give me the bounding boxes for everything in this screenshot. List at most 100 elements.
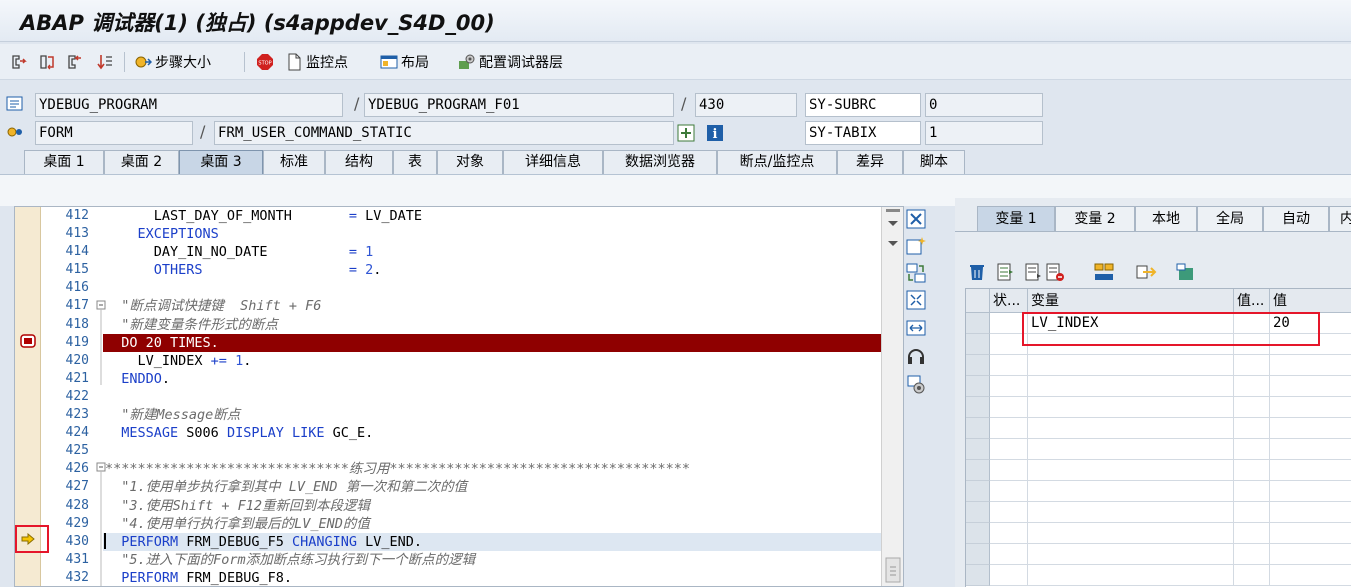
delete-row-icon[interactable] <box>1045 262 1065 282</box>
table-row[interactable] <box>966 544 1351 565</box>
tab-standard[interactable]: 标准 <box>263 150 325 174</box>
row-selector[interactable] <box>966 313 990 334</box>
tab-script[interactable]: 脚本 <box>903 150 965 174</box>
replace-tool-icon[interactable] <box>905 262 927 284</box>
single-step-button[interactable] <box>10 50 28 74</box>
watchpoint-button[interactable]: 监控点 <box>285 50 348 74</box>
tab-locals[interactable]: 本地 <box>1135 206 1197 231</box>
swap-tool-icon[interactable] <box>905 317 927 339</box>
settings-tool-icon[interactable] <box>905 373 927 395</box>
value-cell[interactable] <box>1270 481 1351 502</box>
config-layer-button[interactable]: 配置调试器层 <box>458 50 563 74</box>
row-selector[interactable] <box>966 418 990 439</box>
row-selector[interactable] <box>966 397 990 418</box>
transfer-icon[interactable] <box>1135 262 1157 282</box>
value-cell[interactable] <box>1270 418 1351 439</box>
step-size-button[interactable]: 步骤大小 <box>134 50 211 74</box>
return-button[interactable] <box>66 50 84 74</box>
close-tool-icon[interactable] <box>905 208 927 230</box>
new-tool-icon[interactable] <box>905 235 927 257</box>
variable-cell[interactable] <box>1028 481 1234 502</box>
sy-tabix-value[interactable]: 1 <box>925 121 1043 145</box>
tab-globals[interactable]: 全局 <box>1197 206 1263 231</box>
add-event-icon[interactable] <box>677 124 695 142</box>
variable-cell[interactable] <box>1028 460 1234 481</box>
services-tool-icon[interactable] <box>905 345 927 367</box>
table-row[interactable] <box>966 397 1351 418</box>
tab-breakpoints[interactable]: 断点/监控点 <box>717 150 837 174</box>
tree-expand-icon[interactable] <box>1093 262 1115 282</box>
value-cell[interactable] <box>1270 502 1351 523</box>
row-selector[interactable] <box>966 502 990 523</box>
table-row[interactable] <box>966 460 1351 481</box>
tool-switch-icon[interactable] <box>1175 262 1197 282</box>
event-type-field[interactable]: FORM <box>35 121 193 145</box>
tab-diff[interactable]: 差异 <box>837 150 903 174</box>
table-row[interactable] <box>966 481 1351 502</box>
variable-cell[interactable] <box>1028 523 1234 544</box>
variable-cell[interactable] <box>1028 355 1234 376</box>
table-row[interactable] <box>966 355 1351 376</box>
table-row[interactable] <box>966 439 1351 460</box>
tab-more[interactable]: 内 <box>1329 206 1351 231</box>
tab-structure[interactable]: 结构 <box>325 150 393 174</box>
tab-desktop-3[interactable]: 桌面 3 <box>179 150 263 174</box>
tab-auto[interactable]: 自动 <box>1263 206 1329 231</box>
source-code-editor[interactable]: 412 413 414 415 416 417 418 419 420 421 … <box>14 206 904 587</box>
stop-button[interactable]: STOP <box>256 50 274 74</box>
value-cell[interactable] <box>1270 355 1351 376</box>
program-field[interactable]: YDEBUG_PROGRAM <box>35 93 343 117</box>
delete-icon[interactable] <box>967 262 987 282</box>
append-row-icon[interactable] <box>1023 262 1043 282</box>
table-row[interactable] <box>966 565 1351 586</box>
variable-cell[interactable] <box>1028 502 1234 523</box>
row-selector[interactable] <box>966 523 990 544</box>
tab-desktop-2[interactable]: 桌面 2 <box>104 150 179 174</box>
row-selector[interactable] <box>966 460 990 481</box>
table-row[interactable] <box>966 523 1351 544</box>
event-name-field[interactable]: FRM_USER_COMMAND_STATIC <box>214 121 674 145</box>
layout-button[interactable]: 布局 <box>380 50 429 74</box>
variable-cell[interactable] <box>1028 544 1234 565</box>
maximize-tool-icon[interactable] <box>905 289 927 311</box>
value-cell[interactable] <box>1270 523 1351 544</box>
table-row[interactable] <box>966 376 1351 397</box>
value-cell[interactable] <box>1270 565 1351 586</box>
value-column-header[interactable]: 值 <box>1270 289 1351 313</box>
tab-data-browser[interactable]: 数据浏览器 <box>603 150 717 174</box>
tab-desktop-1[interactable]: 桌面 1 <box>24 150 104 174</box>
continue-button[interactable] <box>96 50 114 74</box>
tab-variables-1[interactable]: 变量 1 <box>977 206 1055 231</box>
insert-row-icon[interactable] <box>995 262 1015 282</box>
line-field[interactable]: 430 <box>695 93 797 117</box>
breakpoint-icon[interactable] <box>20 334 36 348</box>
variable-column-header[interactable]: 变量 <box>1028 289 1234 313</box>
row-selector[interactable] <box>966 439 990 460</box>
variable-cell[interactable] <box>1028 565 1234 586</box>
value-cell[interactable] <box>1270 439 1351 460</box>
row-selector[interactable] <box>966 544 990 565</box>
row-selector[interactable] <box>966 334 990 355</box>
status-column-header[interactable]: 状... <box>990 289 1028 313</box>
tab-object[interactable]: 对象 <box>437 150 503 174</box>
table-row[interactable] <box>966 502 1351 523</box>
row-selector[interactable] <box>966 481 990 502</box>
sy-subrc-value[interactable]: 0 <box>925 93 1043 117</box>
variable-cell[interactable] <box>1028 418 1234 439</box>
variable-cell[interactable] <box>1028 439 1234 460</box>
row-selector[interactable] <box>966 355 990 376</box>
value-cell[interactable] <box>1270 376 1351 397</box>
table-row[interactable] <box>966 418 1351 439</box>
variable-cell[interactable] <box>1028 397 1234 418</box>
include-field[interactable]: YDEBUG_PROGRAM_F01 <box>364 93 674 117</box>
variable-cell[interactable] <box>1028 376 1234 397</box>
value-cell[interactable] <box>1270 397 1351 418</box>
tab-details[interactable]: 详细信息 <box>503 150 603 174</box>
editor-scrollbar[interactable] <box>881 207 903 586</box>
value-cell[interactable] <box>1270 544 1351 565</box>
select-all-header[interactable] <box>966 289 990 313</box>
row-selector[interactable] <box>966 376 990 397</box>
row-selector[interactable] <box>966 565 990 586</box>
tab-variables-2[interactable]: 变量 2 <box>1055 206 1135 231</box>
tab-table[interactable]: 表 <box>393 150 437 174</box>
